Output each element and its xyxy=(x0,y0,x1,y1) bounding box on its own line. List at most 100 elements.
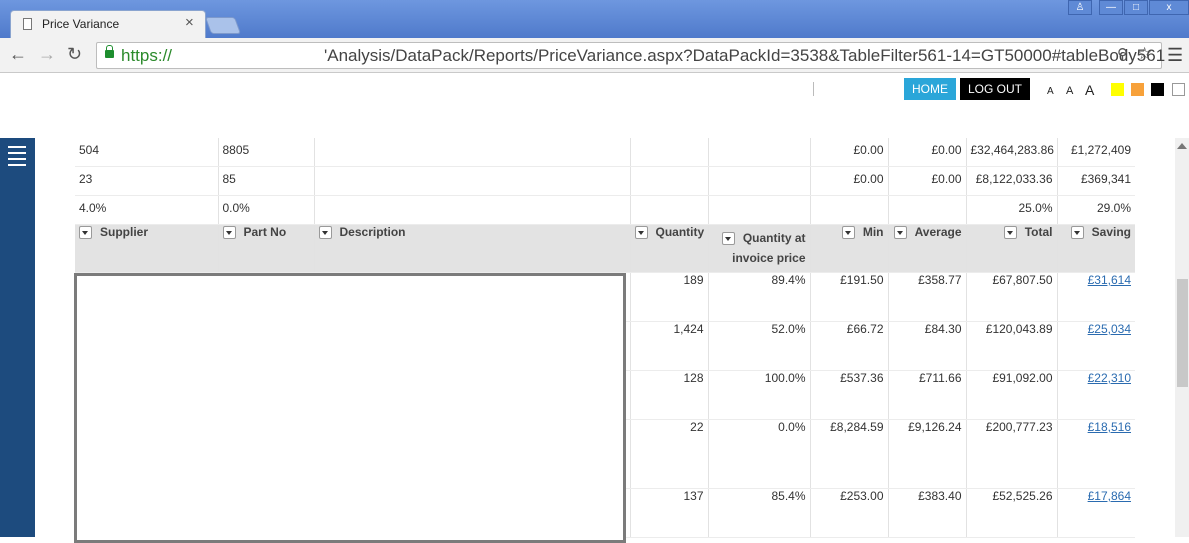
logout-button[interactable]: LOG OUT xyxy=(960,78,1030,100)
redacted-panel xyxy=(74,273,626,543)
summary-row: 4.0% 0.0% 25.0% 29.0% xyxy=(75,195,1135,225)
column-header-supplier[interactable]: Supplier xyxy=(75,224,219,273)
column-label: Total xyxy=(1024,225,1053,239)
url-path: 'Analysis/DataPack/Reports/PriceVariance… xyxy=(324,46,1166,65)
hamburger-menu-icon[interactable] xyxy=(8,146,26,170)
column-header-quantity-at-invoice-price[interactable]: Quantity at invoice price xyxy=(708,224,811,273)
column-label: Min xyxy=(862,225,884,239)
quantity-cell: 22 xyxy=(630,419,709,489)
average-cell: £383.40 xyxy=(888,488,967,538)
quantity-cell: 189 xyxy=(630,272,709,322)
filter-dropdown-icon[interactable] xyxy=(721,232,735,246)
total-cell: £120,043.89 xyxy=(966,321,1058,371)
summary-cell: £32,464,283.86 xyxy=(966,138,1058,167)
maximize-button[interactable]: □ xyxy=(1124,0,1148,15)
qty-invoice-cell: 89.4% xyxy=(708,272,811,322)
filter-dropdown-icon[interactable] xyxy=(634,226,648,240)
column-header-quantity[interactable]: Quantity xyxy=(630,224,709,273)
lock-icon xyxy=(105,45,114,58)
min-cell: £191.50 xyxy=(810,272,889,322)
qty-invoice-cell: 85.4% xyxy=(708,488,811,538)
home-button[interactable]: HOME xyxy=(904,78,956,100)
scroll-up-arrow-icon[interactable] xyxy=(1177,143,1187,149)
table-header-row: Supplier Part No Description Quantity Qu… xyxy=(75,224,1135,273)
summary-cell xyxy=(630,138,709,167)
vertical-scrollbar[interactable] xyxy=(1175,138,1189,537)
summary-cell: 4.0% xyxy=(75,195,219,225)
filter-dropdown-icon[interactable] xyxy=(79,226,92,240)
column-header-total[interactable]: Total xyxy=(966,224,1058,273)
close-window-button[interactable]: x xyxy=(1149,0,1189,15)
summary-cell xyxy=(314,166,631,196)
summary-cell xyxy=(314,195,631,225)
summary-cell xyxy=(708,195,811,225)
browser-menu-icon[interactable]: ☰ xyxy=(1167,45,1183,66)
quantity-cell: 128 xyxy=(630,370,709,420)
profile-button[interactable]: ♙ xyxy=(1068,0,1092,15)
average-cell: £358.77 xyxy=(888,272,967,322)
average-cell: £9,126.24 xyxy=(888,419,967,489)
scrollbar-thumb[interactable] xyxy=(1177,279,1188,387)
min-cell: £66.72 xyxy=(810,321,889,371)
saving-link[interactable]: £25,034 xyxy=(1088,322,1131,336)
column-header-saving[interactable]: Saving xyxy=(1057,224,1135,273)
qty-invoice-cell: 0.0% xyxy=(708,419,811,489)
minimize-button[interactable]: — xyxy=(1099,0,1123,15)
filter-dropdown-icon[interactable] xyxy=(841,226,855,240)
summary-cell xyxy=(810,195,889,225)
tab-close-icon[interactable]: × xyxy=(185,14,194,31)
reload-icon[interactable]: ↻ xyxy=(67,44,82,65)
filter-dropdown-icon[interactable] xyxy=(222,226,236,240)
filter-dropdown-icon[interactable] xyxy=(1070,226,1084,240)
qty-invoice-cell: 52.0% xyxy=(708,321,811,371)
saving-link[interactable]: £22,310 xyxy=(1088,371,1131,385)
summary-cell xyxy=(630,195,709,225)
font-size-large[interactable]: A xyxy=(1085,82,1094,98)
summary-cell: £8,122,033.36 xyxy=(966,166,1058,196)
summary-cell: £0.00 xyxy=(888,138,967,167)
column-header-part-no[interactable]: Part No xyxy=(218,224,315,273)
address-bar[interactable]: https:// 'Analysis/DataPack/Reports/Pric… xyxy=(96,42,1166,69)
new-tab-button[interactable] xyxy=(204,17,242,34)
header-divider xyxy=(813,82,814,96)
column-label: Quantity at invoice price xyxy=(732,231,806,265)
column-header-average[interactable]: Average xyxy=(888,224,967,273)
summary-cell xyxy=(630,166,709,196)
summary-cell: 85 xyxy=(218,166,315,196)
white-theme-swatch[interactable] xyxy=(1172,83,1185,96)
column-header-description[interactable]: Description xyxy=(314,224,631,273)
total-cell: £52,525.26 xyxy=(966,488,1058,538)
total-cell: £200,777.23 xyxy=(966,419,1058,489)
filter-dropdown-icon[interactable] xyxy=(893,226,907,240)
min-cell: £537.36 xyxy=(810,370,889,420)
url-scheme: https:// xyxy=(121,46,173,65)
saving-link[interactable]: £31,614 xyxy=(1088,273,1131,287)
font-size-medium[interactable]: A xyxy=(1066,85,1073,97)
average-cell: £711.66 xyxy=(888,370,967,420)
summary-row: 504 8805 £0.00 £0.00 £32,464,283.86 £1,2… xyxy=(75,138,1135,167)
browser-tab[interactable]: Price Variance × xyxy=(10,10,206,38)
filter-active-icon[interactable] xyxy=(1003,226,1017,240)
saving-link[interactable]: £18,516 xyxy=(1088,420,1131,434)
search-icon[interactable]: ⚲ xyxy=(1117,45,1128,63)
summary-cell: 25.0% xyxy=(966,195,1058,225)
orange-theme-swatch[interactable] xyxy=(1131,83,1144,96)
min-cell: £253.00 xyxy=(810,488,889,538)
forward-arrow-icon[interactable]: → xyxy=(38,44,56,65)
bookmark-star-icon[interactable]: ☆ xyxy=(1137,44,1152,64)
summary-cell: £0.00 xyxy=(888,166,967,196)
yellow-theme-swatch[interactable] xyxy=(1111,83,1124,96)
font-size-small[interactable]: A xyxy=(1047,86,1054,97)
summary-cell xyxy=(708,166,811,196)
column-label: Quantity xyxy=(655,225,705,239)
saving-link[interactable]: £17,864 xyxy=(1088,489,1131,503)
column-header-min[interactable]: Min xyxy=(810,224,889,273)
sidebar xyxy=(0,138,35,537)
qty-invoice-cell: 100.0% xyxy=(708,370,811,420)
summary-cell: 504 xyxy=(75,138,219,167)
black-theme-swatch[interactable] xyxy=(1151,83,1164,96)
filter-dropdown-icon[interactable] xyxy=(318,226,332,240)
tab-title: Price Variance xyxy=(42,17,120,31)
back-arrow-icon[interactable]: ← xyxy=(9,44,27,65)
summary-cell: £0.00 xyxy=(810,138,889,167)
